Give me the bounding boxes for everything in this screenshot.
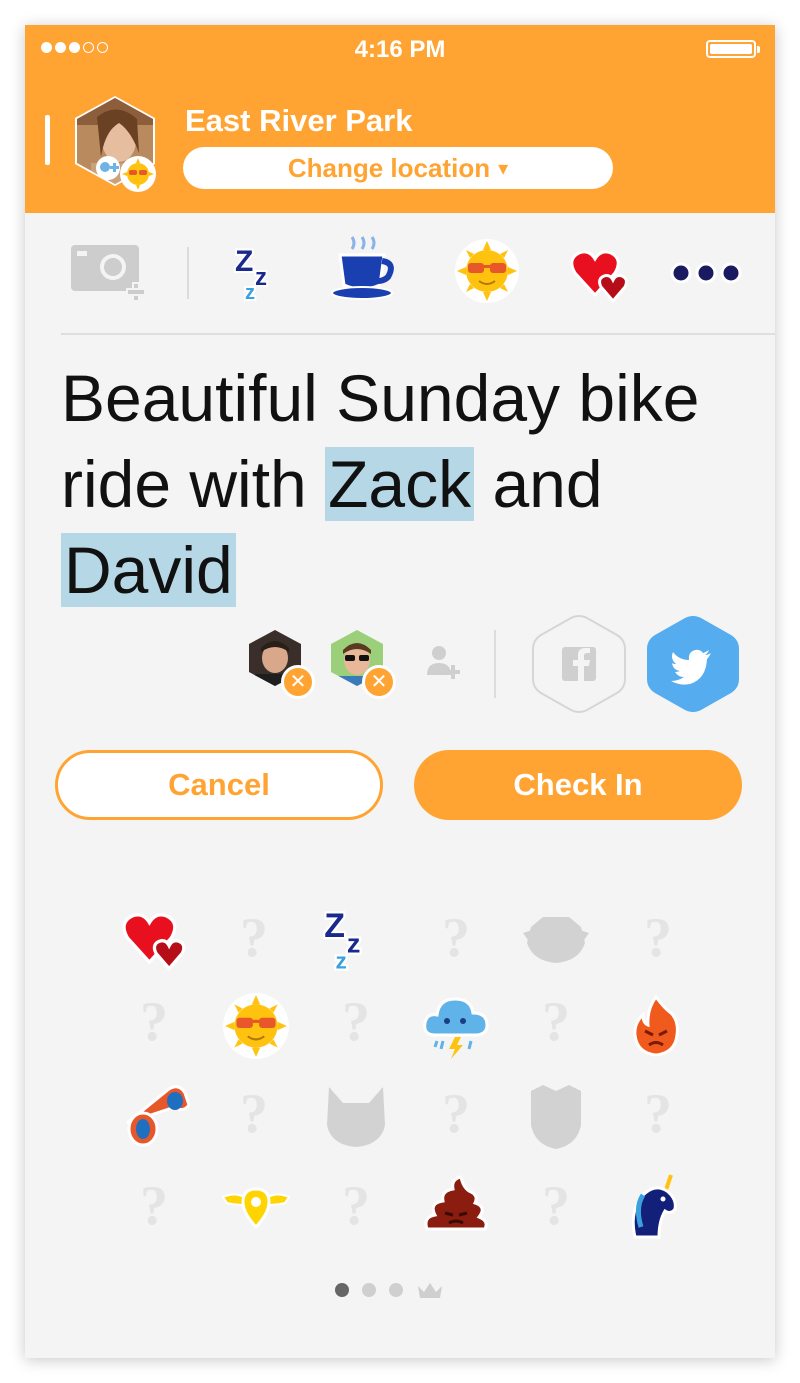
- svg-text:z: z: [336, 948, 347, 973]
- location-title: East River Park: [185, 103, 413, 138]
- page-dot-1[interactable]: [335, 1283, 349, 1297]
- sticker-pagination: [335, 1280, 444, 1300]
- check-in-button[interactable]: Check In: [414, 750, 742, 820]
- winged-pin-sticker[interactable]: [221, 1171, 291, 1241]
- sun-sticker[interactable]: [221, 991, 291, 1061]
- remove-friend-1-button[interactable]: ✕: [281, 665, 315, 699]
- svg-text:z: z: [347, 928, 361, 959]
- mention-zack[interactable]: Zack: [325, 447, 475, 521]
- remove-friend-2-button[interactable]: ✕: [362, 665, 396, 699]
- locked-sticker: ?: [442, 907, 470, 969]
- locked-sticker: ?: [240, 1083, 268, 1145]
- locked-sticker: ?: [542, 1175, 570, 1237]
- divider: [61, 333, 775, 335]
- crown-icon[interactable]: [416, 1280, 444, 1300]
- svg-text:z: z: [245, 282, 255, 303]
- locked-sticker: ?: [644, 1083, 672, 1145]
- twitter-share-toggle[interactable]: [643, 613, 743, 715]
- phone-screen: 4:16 PM East River Park Change location …: [25, 25, 775, 1358]
- angry-fire-sticker[interactable]: [621, 991, 691, 1061]
- locked-sticker: ?: [240, 907, 268, 969]
- cancel-button[interactable]: Cancel: [55, 750, 383, 820]
- hearts-sticker[interactable]: [121, 903, 191, 973]
- locked-shield-sticker: [531, 1085, 581, 1149]
- poop-sticker[interactable]: [421, 1171, 491, 1241]
- more-icon[interactable]: [669, 261, 743, 285]
- svg-text:z: z: [255, 264, 267, 291]
- back-handle[interactable]: [45, 115, 50, 165]
- status-time: 4:16 PM: [354, 36, 446, 63]
- mood-sun-badge-icon: [120, 156, 156, 192]
- change-location-button[interactable]: Change location ▾: [183, 147, 613, 189]
- sunglasses-sticker[interactable]: [121, 1083, 191, 1153]
- svg-text:Z: Z: [235, 245, 253, 278]
- toolbar-divider: [187, 247, 189, 299]
- change-location-label: Change location: [287, 152, 491, 183]
- add-photo-icon[interactable]: [71, 241, 151, 301]
- locked-silhouette-sticker: [523, 917, 589, 963]
- mention-david[interactable]: David: [61, 533, 236, 607]
- svg-text:Z: Z: [324, 907, 345, 945]
- share-divider: [494, 630, 496, 698]
- page-dot-3[interactable]: [389, 1283, 403, 1297]
- locked-sticker: ?: [644, 907, 672, 969]
- storm-cloud-sticker[interactable]: [421, 991, 491, 1061]
- sleepy-sticker[interactable]: Z z z: [322, 903, 392, 973]
- add-friend-badge-icon: [96, 156, 120, 180]
- status-bar: 4:16 PM: [25, 25, 775, 75]
- post-text-field[interactable]: Beautiful Sunday bike ride with Zack and…: [61, 355, 741, 613]
- locked-sticker: ?: [442, 1083, 470, 1145]
- add-friend-icon[interactable]: [425, 643, 461, 683]
- coffee-sticker[interactable]: [330, 233, 398, 303]
- header: 4:16 PM East River Park Change location …: [25, 25, 775, 213]
- hearts-sticker[interactable]: [569, 243, 633, 303]
- facebook-share-toggle[interactable]: [529, 613, 629, 715]
- locked-sticker: ?: [542, 991, 570, 1053]
- locked-sticker: ?: [140, 1175, 168, 1237]
- page-dot-2[interactable]: [362, 1283, 376, 1297]
- post-text-middle: and: [474, 447, 603, 521]
- locked-sticker: ?: [342, 1175, 370, 1237]
- unicorn-sticker[interactable]: [621, 1171, 691, 1241]
- battery-icon: [706, 40, 760, 58]
- locked-cat-sticker: [327, 1087, 385, 1147]
- sunglasses-sun-sticker[interactable]: [453, 237, 521, 305]
- sleepy-zzz-sticker[interactable]: Z z z: [233, 241, 295, 303]
- locked-sticker: ?: [140, 991, 168, 1053]
- dropdown-arrow-icon: ▾: [498, 157, 509, 180]
- locked-sticker: ?: [342, 991, 370, 1053]
